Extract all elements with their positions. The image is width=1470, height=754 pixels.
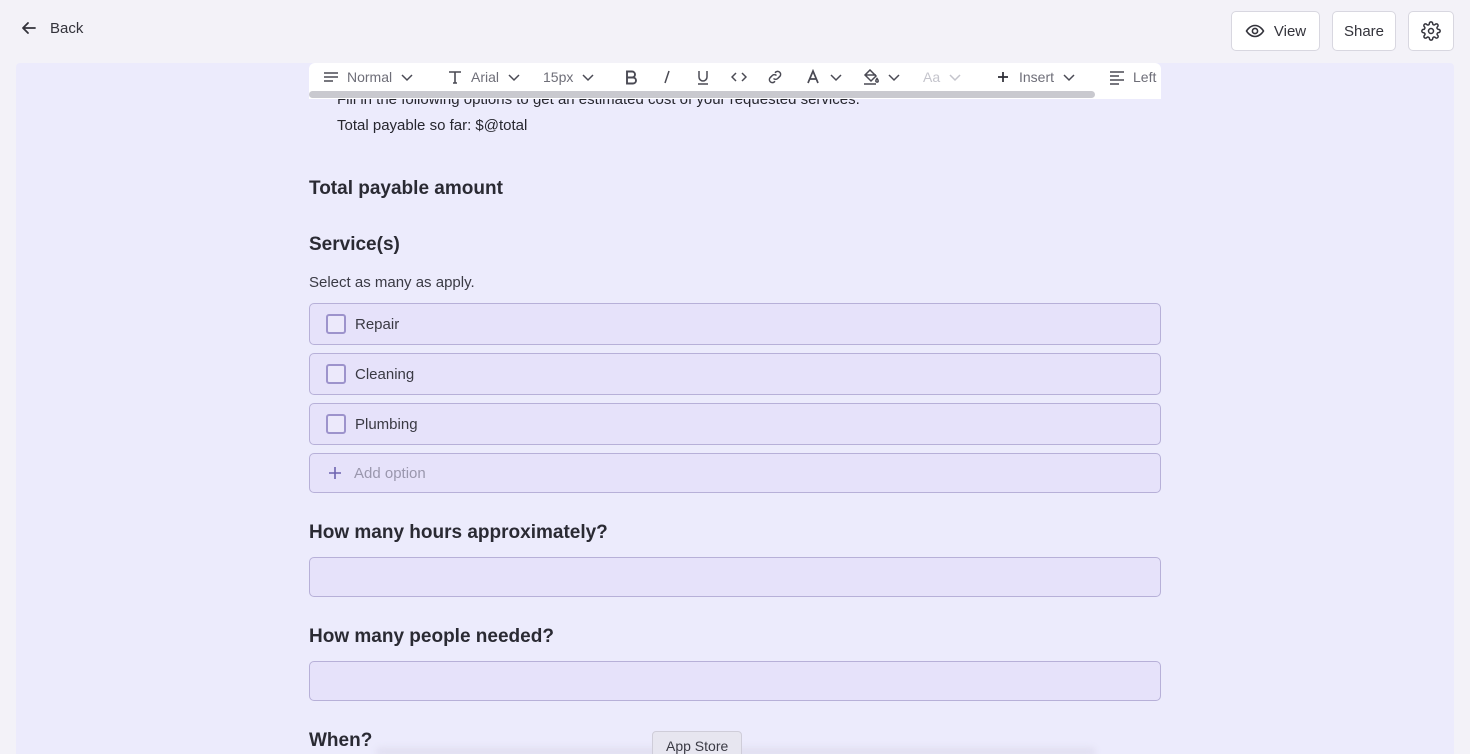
hours-input[interactable]: [309, 557, 1161, 597]
plus-icon: [998, 72, 1008, 82]
services-heading: Service(s): [309, 234, 400, 255]
hours-heading: How many hours approximately?: [309, 522, 608, 543]
align-label: Left: [1133, 69, 1157, 85]
chevron-down-icon: [888, 74, 900, 82]
chevron-down-icon: [1063, 74, 1075, 82]
font-icon: [449, 71, 461, 84]
app-store-tooltip: App Store: [652, 731, 743, 754]
plus-icon: [329, 467, 341, 479]
text-color-icon: [807, 69, 819, 84]
paint-bucket-icon: [863, 69, 879, 85]
underline-icon: [698, 71, 708, 85]
intro-text-line2: Total payable so far: $@total: [337, 117, 528, 134]
insert-label: Insert: [1019, 69, 1055, 85]
add-option-label: Add option: [354, 464, 426, 482]
paragraph-style-label: Normal: [347, 69, 393, 85]
insert-dropdown[interactable]: Insert: [995, 63, 1076, 91]
bold-button[interactable]: [623, 63, 639, 91]
link-button[interactable]: [767, 63, 783, 91]
code-button[interactable]: [731, 63, 747, 91]
text-case-label: Aa: [923, 69, 941, 85]
chevron-down-icon: [830, 74, 842, 82]
text-color-dropdown[interactable]: [805, 63, 843, 91]
paragraph-style-dropdown[interactable]: Normal: [323, 63, 414, 91]
option-label: Cleaning: [355, 365, 415, 383]
share-label: Share: [1343, 22, 1385, 40]
arrow-left-icon: [22, 22, 36, 34]
paragraph-icon: [324, 72, 338, 82]
view-label: View: [1273, 22, 1307, 40]
back-button[interactable]: Back: [20, 19, 83, 37]
form-canvas: Fill in the following options to get an …: [16, 63, 1454, 754]
people-input[interactable]: [309, 661, 1161, 701]
checkbox[interactable]: [326, 314, 346, 334]
people-heading: How many people needed?: [309, 626, 554, 647]
checkbox[interactable]: [326, 414, 346, 434]
option-repair[interactable]: Repair: [309, 303, 1161, 345]
chevron-down-icon: [401, 74, 413, 82]
option-label: Plumbing: [355, 415, 418, 433]
rich-text-toolbar: Normal Arial 15px Aa Insert Left: [309, 63, 1161, 99]
add-option-button[interactable]: Add option: [309, 453, 1161, 493]
option-label: Repair: [355, 315, 400, 333]
share-button[interactable]: Share: [1332, 11, 1396, 51]
italic-icon: [664, 70, 670, 84]
option-cleaning[interactable]: Cleaning: [309, 353, 1161, 395]
align-left-icon: [1110, 71, 1124, 85]
services-hint: Select as many as apply.: [309, 274, 475, 291]
font-size-dropdown[interactable]: 15px: [543, 63, 595, 91]
eye-icon: [1245, 24, 1265, 38]
chevron-down-icon: [582, 74, 594, 82]
underline-button[interactable]: [695, 63, 711, 91]
toolbar-scrollbar[interactable]: [309, 91, 1095, 98]
when-heading: When?: [309, 730, 373, 751]
back-label: Back: [50, 19, 84, 37]
highlight-color-dropdown[interactable]: [863, 63, 901, 91]
link-icon: [768, 70, 782, 84]
code-icon: [731, 72, 747, 82]
text-case-dropdown[interactable]: Aa: [923, 63, 962, 91]
top-bar: Back View Share: [0, 0, 1470, 62]
font-size-label: 15px: [543, 69, 574, 85]
chevron-down-icon: [949, 74, 961, 82]
align-dropdown[interactable]: Left: [1109, 63, 1156, 91]
font-family-label: Arial: [471, 69, 500, 85]
chevron-down-icon: [508, 74, 520, 82]
settings-button[interactable]: [1408, 11, 1454, 51]
checkbox[interactable]: [326, 364, 346, 384]
italic-button[interactable]: [659, 63, 675, 91]
view-button[interactable]: View: [1231, 11, 1320, 51]
total-heading: Total payable amount: [309, 178, 503, 199]
option-plumbing[interactable]: Plumbing: [309, 403, 1161, 445]
bold-icon: [626, 70, 637, 85]
font-family-dropdown[interactable]: Arial: [447, 63, 521, 91]
gear-icon: [1421, 21, 1441, 41]
